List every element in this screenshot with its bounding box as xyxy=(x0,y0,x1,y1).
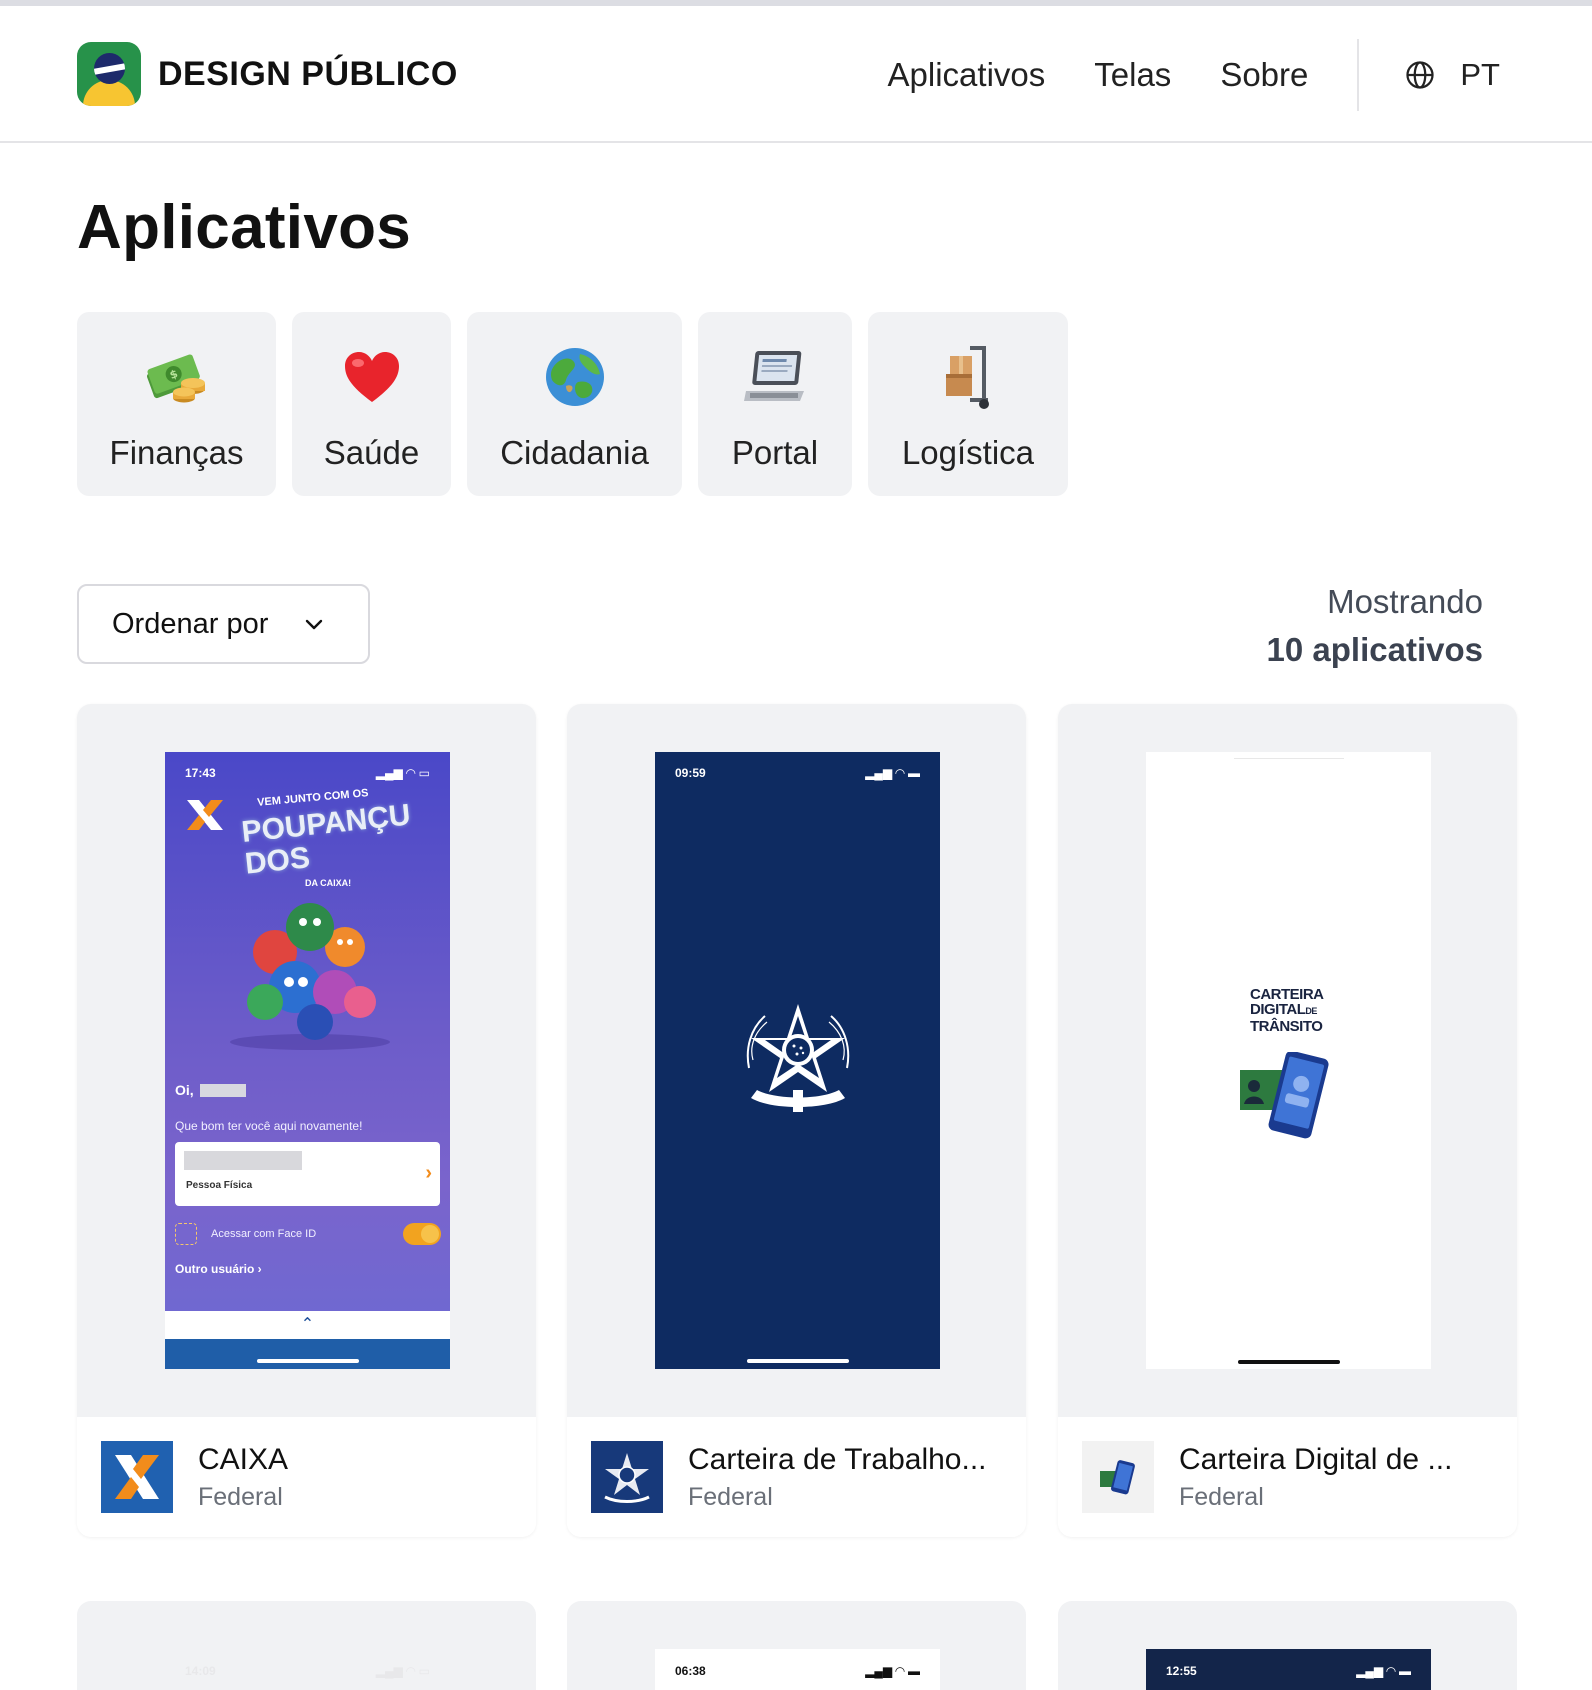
app-card-partial[interactable]: 12:55 ▂▄▆ ◠ ▬ xyxy=(1058,1601,1517,1690)
app-preview: 09:59 ▂▄▆ ◠ ▬ xyxy=(567,704,1026,1417)
promo-brand: POUPANÇUDOS xyxy=(240,798,413,881)
nav-telas[interactable]: Telas xyxy=(1094,56,1171,94)
hand-truck-icon xyxy=(940,344,996,410)
category-portal[interactable]: Portal xyxy=(698,312,852,496)
faceid-row: Acessar com Face ID xyxy=(175,1223,441,1245)
cdt-app-icon xyxy=(1082,1441,1154,1513)
brazil-coat-of-arms-icon xyxy=(746,1004,850,1112)
logo-text: DESIGN PÚBLICO xyxy=(158,54,458,93)
app-meta: Carteira Digital de ... Federal xyxy=(1058,1417,1517,1537)
app-screenshot: 09:59 ▂▄▆ ◠ ▬ xyxy=(655,752,940,1369)
app-name: CAIXA xyxy=(198,1442,289,1476)
app-name: Carteira Digital de ... xyxy=(1179,1442,1453,1476)
promo-characters-image xyxy=(230,903,390,1050)
category-label: Logística xyxy=(901,434,1035,471)
nav-aplicativos[interactable]: Aplicativos xyxy=(888,56,1046,94)
app-meta: CAIXA Federal xyxy=(77,1417,536,1537)
category-label: Portal xyxy=(731,434,819,471)
app-screenshot: 06:38 ▂▄▆ ◠ ▬ xyxy=(655,1649,940,1690)
caixa-app-icon xyxy=(101,1441,173,1513)
app-preview: 17:43 ▂▄▆ ◠ ▭ VEM JUNTO COM OS POUPANÇUD… xyxy=(77,704,536,1417)
category-label: Saúde xyxy=(323,434,420,471)
results-count: Mostrando 10 aplicativos xyxy=(1267,578,1483,674)
status-bar: 09:59 ▂▄▆ ◠ ▬ xyxy=(675,766,920,780)
app-meta: Carteira de Trabalho... Federal xyxy=(567,1417,1026,1537)
category-filters: $ Finanças Saúde Cidadania Portal Logíst… xyxy=(77,312,1084,496)
chevron-down-icon xyxy=(306,619,323,630)
app-scope: Federal xyxy=(688,1482,773,1511)
app-screenshot: 14:09 ▂▄▆ ◠ ▭ xyxy=(165,1649,450,1690)
money-bag-icon: $ xyxy=(144,344,210,410)
globe-icon xyxy=(544,344,606,410)
nav-sobre[interactable]: Sobre xyxy=(1220,56,1308,94)
faceid-toggle xyxy=(403,1223,441,1245)
main-nav: Aplicativos Telas Sobre PT xyxy=(888,6,1592,143)
heart-icon xyxy=(343,344,401,410)
carteira-trabalho-app-icon xyxy=(591,1441,663,1513)
app-preview: CARTEIRA DIGITALDE TRÂNSITO xyxy=(1058,704,1517,1417)
app-card-caixa[interactable]: 17:43 ▂▄▆ ◠ ▭ VEM JUNTO COM OS POUPANÇUD… xyxy=(77,704,536,1537)
cdt-brand-text: CARTEIRA DIGITALDE TRÂNSITO xyxy=(1250,986,1324,1035)
language-switcher[interactable]: PT xyxy=(1405,57,1500,93)
app-screenshot: 12:55 ▂▄▆ ◠ ▬ xyxy=(1146,1649,1431,1690)
page-title: Aplicativos xyxy=(77,193,412,262)
chevron-up-icon: ⌃ xyxy=(165,1311,450,1339)
site-header: DESIGN PÚBLICO Aplicativos Telas Sobre P… xyxy=(0,6,1592,143)
app-scope: Federal xyxy=(1179,1482,1264,1511)
app-name: Carteira de Trabalho... xyxy=(688,1442,987,1476)
results-count-prefix: Mostrando xyxy=(1327,583,1483,620)
site-logo[interactable]: DESIGN PÚBLICO xyxy=(77,42,458,106)
app-card-partial[interactable]: 06:38 ▂▄▆ ◠ ▬ xyxy=(567,1601,1026,1690)
category-saude[interactable]: Saúde xyxy=(292,312,451,496)
greeting-text: Que bom ter você aqui novamente! xyxy=(175,1119,363,1133)
language-code: PT xyxy=(1460,56,1500,92)
globe-icon xyxy=(1406,60,1434,89)
faceid-icon xyxy=(175,1223,197,1245)
sort-label: Ordenar por xyxy=(112,607,269,640)
app-scope: Federal xyxy=(198,1482,283,1511)
app-card-carteira-trabalho[interactable]: 09:59 ▂▄▆ ◠ ▬ Carteira de Trabalho... Fe… xyxy=(567,704,1026,1537)
category-label: Cidadania xyxy=(500,434,649,471)
sort-dropdown[interactable]: Ordenar por xyxy=(77,584,370,664)
other-user-link: Outro usuário › xyxy=(175,1262,262,1276)
category-cidadania[interactable]: Cidadania xyxy=(467,312,682,496)
status-bar: 17:43 ▂▄▆ ◠ ▭ xyxy=(185,766,430,780)
app-screenshot: CARTEIRA DIGITALDE TRÂNSITO xyxy=(1146,752,1431,1369)
category-label: Finanças xyxy=(109,434,244,471)
cdt-phone-illustration xyxy=(1240,1052,1329,1139)
app-card-partial[interactable]: 14:09 ▂▄▆ ◠ ▭ xyxy=(77,1601,536,1690)
laptop-icon xyxy=(742,344,808,410)
category-financas[interactable]: $ Finanças xyxy=(77,312,276,496)
account-selector: Pessoa Física › xyxy=(175,1142,440,1206)
logo-mark-icon xyxy=(77,42,141,106)
results-count-value: 10 aplicativos xyxy=(1266,631,1483,668)
category-logistica[interactable]: Logística xyxy=(868,312,1068,496)
promo-subbrand: DA CAIXA! xyxy=(305,878,352,888)
greeting-name: Oi, xyxy=(175,1082,246,1098)
caixa-x-logo-icon xyxy=(187,800,223,830)
nav-divider xyxy=(1357,38,1360,111)
app-card-carteira-digital-transito[interactable]: CARTEIRA DIGITALDE TRÂNSITO Carteira Dig… xyxy=(1058,704,1517,1537)
app-screenshot: 17:43 ▂▄▆ ◠ ▭ VEM JUNTO COM OS POUPANÇUD… xyxy=(165,752,450,1369)
